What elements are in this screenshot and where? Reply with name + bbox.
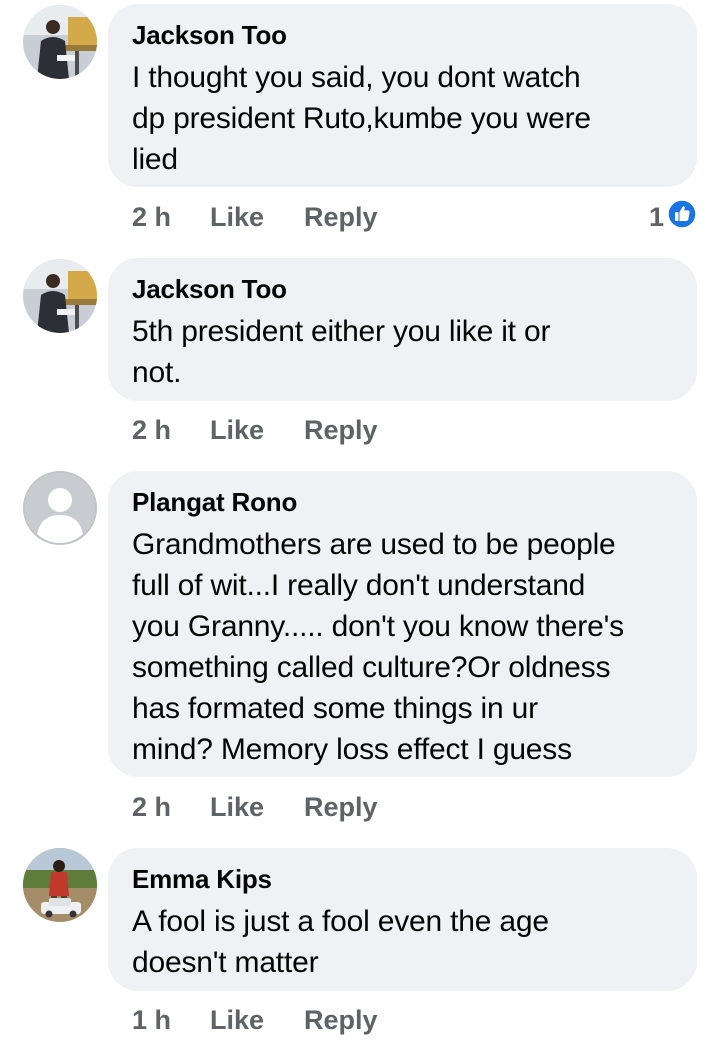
profile-photo — [23, 259, 97, 333]
comment-actions: 2 h Like Reply — [132, 415, 378, 446]
default-avatar-icon[interactable] — [23, 471, 97, 545]
comment-line: not. — [132, 356, 182, 389]
comment-line: lied — [132, 143, 178, 176]
comment-actions: 2 h Like Reply — [132, 202, 378, 233]
author-name[interactable]: Jackson Too — [132, 274, 673, 304]
comment-bubble: Emma Kips A fool is just a fool even the… — [108, 848, 697, 991]
comment-line: something called culture?Or oldness — [132, 651, 611, 684]
like-button[interactable]: Like — [210, 792, 304, 823]
avatar[interactable] — [23, 259, 97, 333]
profile-photo — [23, 848, 97, 922]
comment-bubble: Jackson Too 5th president either you lik… — [108, 258, 697, 401]
reply-button[interactable]: Reply — [304, 1005, 378, 1036]
author-name[interactable]: Emma Kips — [132, 864, 673, 894]
comment-text: A fool is just a fool even the age doesn… — [132, 901, 673, 983]
like-thumb-icon — [667, 199, 697, 236]
avatar[interactable] — [23, 5, 97, 79]
like-button[interactable]: Like — [210, 415, 304, 446]
comment-line: mind? Memory loss effect I guess — [132, 733, 572, 766]
comment-bubble: Jackson Too I thought you said, you dont… — [108, 4, 697, 187]
reply-button[interactable]: Reply — [304, 415, 378, 446]
comment-bubble: Plangat Rono Grandmothers are used to be… — [108, 471, 697, 777]
comment-actions: 2 h Like Reply — [132, 792, 378, 823]
comment-line: full of wit...I really don't understand — [132, 569, 586, 602]
timestamp[interactable]: 2 h — [132, 415, 210, 446]
reply-button[interactable]: Reply — [304, 202, 378, 233]
comment-line: dp president Ruto,kumbe you were — [132, 102, 591, 135]
timestamp[interactable]: 2 h — [132, 792, 210, 823]
author-name[interactable]: Jackson Too — [132, 20, 673, 50]
reaction-count: 1 — [648, 202, 664, 232]
comment-line: A fool is just a fool even the age — [132, 905, 549, 938]
author-name[interactable]: Plangat Rono — [132, 487, 673, 517]
like-button[interactable]: Like — [210, 1005, 304, 1036]
timestamp[interactable]: 1 h — [132, 1005, 210, 1036]
comment-text: Grandmothers are used to be people full … — [132, 524, 673, 770]
like-button[interactable]: Like — [210, 202, 304, 233]
comment-line: I thought you said, you dont watch — [132, 61, 581, 94]
comment-line: doesn't matter — [132, 946, 319, 979]
comment-line: 5th president either you like it or — [132, 315, 551, 348]
comment-line: Grandmothers are used to be people — [132, 528, 616, 561]
reply-button[interactable]: Reply — [304, 792, 378, 823]
profile-photo — [23, 5, 97, 79]
comment-line: you Granny..... don't you know there's — [132, 610, 624, 643]
avatar[interactable] — [23, 848, 97, 922]
reaction-summary[interactable]: 1 — [649, 199, 697, 236]
comment-actions: 1 h Like Reply — [132, 1005, 378, 1036]
comment-line: has formated some things in ur — [132, 692, 538, 725]
timestamp[interactable]: 2 h — [132, 202, 210, 233]
comment-text: 5th president either you like it or not. — [132, 311, 673, 393]
comment-text: I thought you said, you dont watch dp pr… — [132, 57, 673, 180]
